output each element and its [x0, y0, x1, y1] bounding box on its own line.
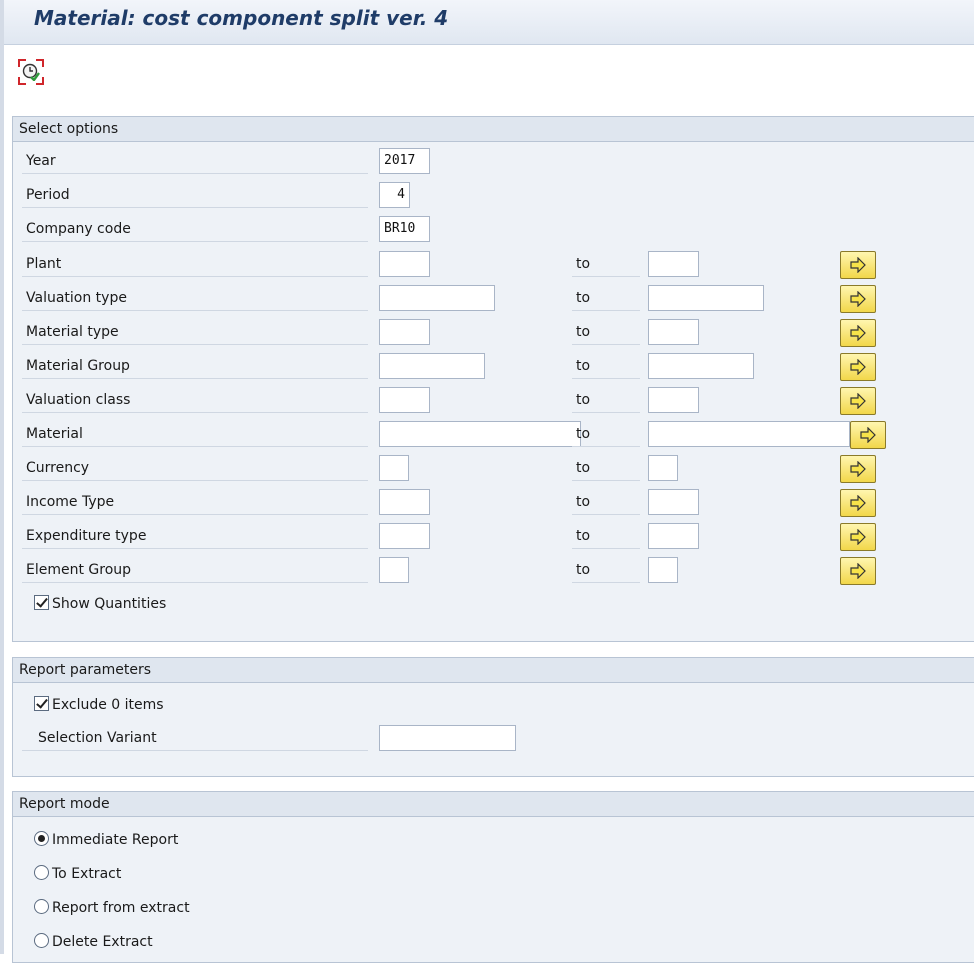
- to-label: to: [572, 319, 640, 345]
- multiple-selection-arrow-icon: [850, 291, 866, 307]
- valuation-type-low-input[interactable]: [379, 285, 495, 311]
- radio-label: Report from extract: [52, 900, 190, 916]
- radio-button[interactable]: [34, 831, 49, 846]
- radio-immediate-report[interactable]: Immediate Report: [34, 829, 178, 851]
- field-label: Material Group: [22, 353, 368, 379]
- report-parameters-group: Report parameters: [12, 657, 974, 777]
- to-label: to: [572, 251, 640, 277]
- material-high-input[interactable]: [648, 421, 850, 447]
- to-label: to: [572, 353, 640, 379]
- field-label: Element Group: [22, 557, 368, 583]
- material-group-multiple-selection-button[interactable]: [840, 353, 876, 381]
- radio-label: Delete Extract: [52, 934, 153, 950]
- field-label: Valuation type: [22, 285, 368, 311]
- material-group-high-input[interactable]: [648, 353, 754, 379]
- material-type-multiple-selection-button[interactable]: [840, 319, 876, 347]
- multiple-selection-arrow-icon: [850, 325, 866, 341]
- radio-button[interactable]: [34, 933, 49, 948]
- expenditure-type-high-input[interactable]: [648, 523, 699, 549]
- year-input[interactable]: 2017: [379, 148, 430, 174]
- income-type-low-input[interactable]: [379, 489, 430, 515]
- valuation-class-low-input[interactable]: [379, 387, 430, 413]
- plant-multiple-selection-button[interactable]: [840, 251, 876, 279]
- field-label: Period: [22, 182, 368, 208]
- valuation-class-high-input[interactable]: [648, 387, 699, 413]
- to-label: to: [572, 285, 640, 311]
- expenditure-type-low-input[interactable]: [379, 523, 430, 549]
- field-label: Year: [22, 148, 368, 174]
- show-quantities-label: Show Quantities: [52, 596, 167, 612]
- to-label: to: [572, 455, 640, 481]
- element-group-low-input[interactable]: [379, 557, 409, 583]
- material-group-low-input[interactable]: [379, 353, 485, 379]
- multiple-selection-arrow-icon: [850, 563, 866, 579]
- radio-to-extract[interactable]: To Extract: [34, 863, 121, 885]
- valuation-type-high-input[interactable]: [648, 285, 764, 311]
- multiple-selection-arrow-icon: [850, 461, 866, 477]
- application-toolbar: [4, 45, 974, 100]
- show-quantities-checkbox-row[interactable]: Show Quantities: [34, 593, 166, 615]
- field-label: Material type: [22, 319, 368, 345]
- field-label: Currency: [22, 455, 368, 481]
- report-mode-header: Report mode: [13, 792, 974, 817]
- multiple-selection-arrow-icon: [850, 495, 866, 511]
- multiple-selection-arrow-icon: [850, 257, 866, 273]
- radio-delete-extract[interactable]: Delete Extract: [34, 931, 153, 953]
- material-type-low-input[interactable]: [379, 319, 430, 345]
- income-type-high-input[interactable]: [648, 489, 699, 515]
- radio-button[interactable]: [34, 865, 49, 880]
- field-label: Plant: [22, 251, 368, 277]
- select-options-header: Select options: [13, 117, 974, 142]
- to-label: to: [572, 387, 640, 413]
- plant-high-input[interactable]: [648, 251, 699, 277]
- field-label: Valuation class: [22, 387, 368, 413]
- company-code-input[interactable]: BR10: [379, 216, 430, 242]
- to-label: to: [572, 421, 640, 447]
- exclude-zero-items-checkbox[interactable]: [34, 696, 49, 711]
- material-low-input[interactable]: [379, 421, 581, 447]
- field-label: Material: [22, 421, 368, 447]
- expenditure-type-multiple-selection-button[interactable]: [840, 523, 876, 551]
- multiple-selection-arrow-icon: [860, 427, 876, 443]
- valuation-type-multiple-selection-button[interactable]: [840, 285, 876, 313]
- field-label: Income Type: [22, 489, 368, 515]
- title-bar: Material: cost component split ver. 4: [4, 0, 974, 45]
- report-parameters-header: Report parameters: [13, 658, 974, 683]
- valuation-class-multiple-selection-button[interactable]: [840, 387, 876, 415]
- radio-label: Immediate Report: [52, 832, 179, 848]
- exclude-zero-items-label: Exclude 0 items: [52, 697, 164, 713]
- multiple-selection-arrow-icon: [850, 393, 866, 409]
- radio-report-from-extract[interactable]: Report from extract: [34, 897, 190, 919]
- to-label: to: [572, 489, 640, 515]
- currency-low-input[interactable]: [379, 455, 409, 481]
- execute-button[interactable]: [18, 59, 44, 85]
- currency-multiple-selection-button[interactable]: [840, 455, 876, 483]
- radio-label: To Extract: [52, 866, 122, 882]
- radio-button[interactable]: [34, 899, 49, 914]
- left-frame-border: [0, 0, 4, 954]
- page-title: Material: cost component split ver. 4: [34, 6, 449, 30]
- element-group-high-input[interactable]: [648, 557, 678, 583]
- to-label: to: [572, 557, 640, 583]
- to-label: to: [572, 523, 640, 549]
- field-label: Company code: [22, 216, 368, 242]
- material-multiple-selection-button[interactable]: [850, 421, 886, 449]
- exclude-zero-items-checkbox-row[interactable]: Exclude 0 items: [34, 694, 164, 716]
- income-type-multiple-selection-button[interactable]: [840, 489, 876, 517]
- field-label: Selection Variant: [22, 725, 368, 751]
- execute-clock-icon: [22, 63, 40, 81]
- field-label: Expenditure type: [22, 523, 368, 549]
- material-type-high-input[interactable]: [648, 319, 699, 345]
- selection-variant-input[interactable]: [379, 725, 516, 751]
- currency-high-input[interactable]: [648, 455, 678, 481]
- multiple-selection-arrow-icon: [850, 529, 866, 545]
- period-input[interactable]: 4: [379, 182, 410, 208]
- element-group-multiple-selection-button[interactable]: [840, 557, 876, 585]
- multiple-selection-arrow-icon: [850, 359, 866, 375]
- plant-low-input[interactable]: [379, 251, 430, 277]
- report-mode-group: Report mode: [12, 791, 974, 963]
- show-quantities-checkbox[interactable]: [34, 595, 49, 610]
